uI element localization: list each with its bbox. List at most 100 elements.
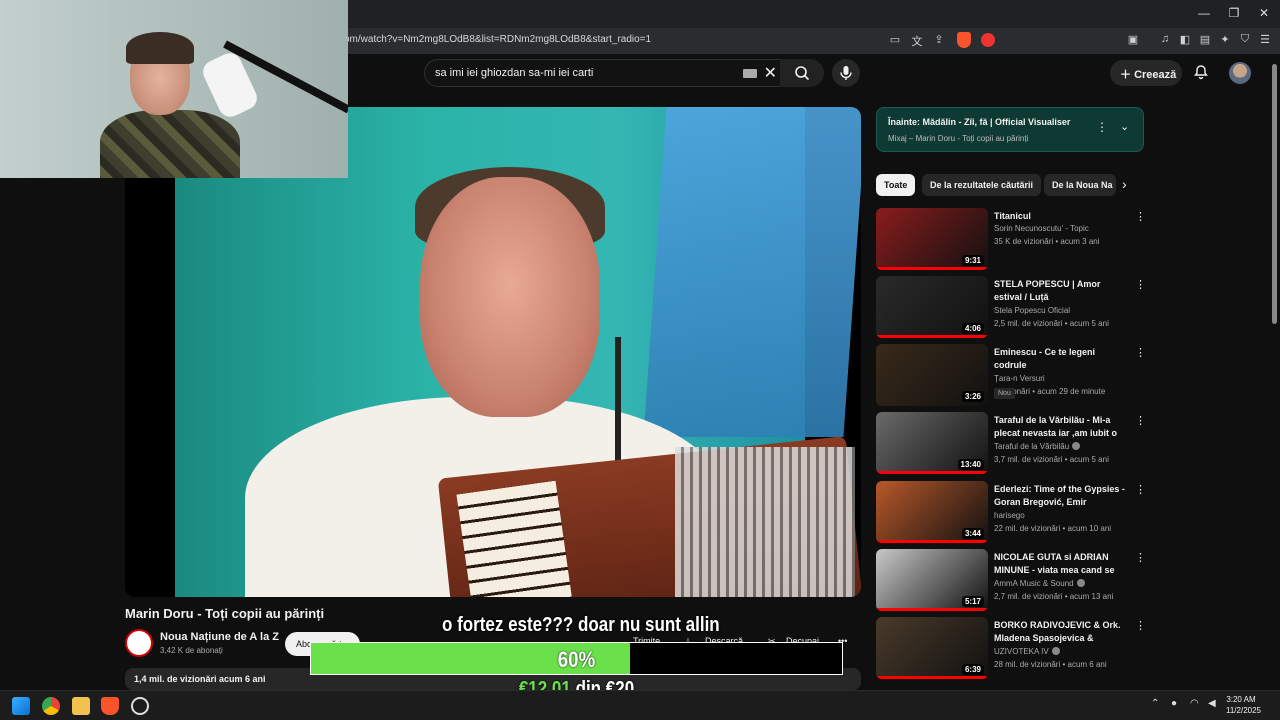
search-input[interactable]: sa imi iei ghiozdan sa-mi iei carti (435, 67, 593, 79)
chrome-icon[interactable] (42, 697, 60, 715)
watched-progress-bar (876, 608, 988, 611)
wallet-icon[interactable]: ▤ (1197, 33, 1213, 46)
brave-rewards-icon[interactable] (981, 33, 995, 47)
recommendation-channel[interactable]: harisego (994, 511, 1025, 520)
chip-from-search[interactable]: De la rezultatele căutării (922, 174, 1042, 196)
recommendation-channel-name: Taraful de la Vărbilău (994, 442, 1070, 451)
obs-icon[interactable] (131, 697, 149, 715)
new-badge: Nou (994, 388, 1015, 399)
webcam-overlay (0, 0, 348, 178)
recommendation-meta: 2,5 mil. de vizionări • acum 5 ani (994, 319, 1109, 328)
recommendation-title[interactable]: Titanicul (994, 210, 1126, 223)
recommendation-item[interactable]: 5:17 NICOLAE GUTA si ADRIAN MINUNE - viat… (876, 549, 1146, 611)
channel-avatar[interactable] (125, 629, 153, 657)
video-background-panel (643, 107, 861, 437)
recommendation-title[interactable]: Taraful de la Vărbilău - Mi-a plecat nev… (994, 414, 1126, 440)
chevron-right-icon[interactable]: › (1122, 176, 1127, 192)
leo-ai-icon[interactable]: ✦ (1217, 33, 1233, 46)
recommendation-thumbnail[interactable]: 3:44 (876, 481, 988, 543)
recommendation-item[interactable]: 3:44 Ederlezi: Time of the Gypsies - Gora… (876, 481, 1146, 543)
recommendation-channel-name: Stela Popescu Oficial (994, 306, 1071, 315)
recommendation-title[interactable]: NICOLAE GUTA si ADRIAN MINUNE - viata me… (994, 551, 1126, 577)
kebab-menu-icon[interactable]: ⋮ (1135, 346, 1146, 359)
kebab-menu-icon[interactable]: ⋮ (1096, 120, 1108, 134)
account-avatar[interactable] (1229, 62, 1251, 84)
mic-tray-icon[interactable]: ● (1171, 698, 1177, 709)
menu-icon[interactable]: ☰ (1257, 33, 1273, 46)
translate-icon[interactable]: 文 (909, 33, 925, 49)
recommendation-thumbnail[interactable]: 13:40 (876, 412, 988, 474)
clear-search-icon[interactable]: ✕ (764, 63, 777, 83)
start-menu-icon[interactable] (12, 697, 30, 715)
chip-all[interactable]: Toate (876, 174, 916, 196)
brave-shields-icon[interactable] (957, 32, 971, 48)
volume-icon[interactable]: ◀ (1208, 698, 1216, 709)
file-explorer-icon[interactable] (72, 697, 90, 715)
cast-icon[interactable]: ▭ (887, 33, 903, 46)
channel-name[interactable]: Noua Națiune de A la Z (160, 631, 279, 643)
recommendation-thumbnail[interactable]: 9:31 (876, 208, 988, 270)
video-frame (175, 107, 861, 597)
recommendation-title[interactable]: STELA POPESCU | Amor estival / Luță (994, 278, 1126, 304)
recommendation-channel-name: UZIVOTEKA IV (994, 647, 1049, 656)
kebab-menu-icon[interactable]: ⋮ (1135, 551, 1146, 564)
recommendation-meta: 28 mil. de vizionări • acum 6 ani (994, 660, 1107, 669)
sidebar-icon[interactable]: ◧ (1177, 33, 1193, 46)
watched-progress-bar (876, 540, 988, 543)
url-field[interactable]: om/watch?v=Nm2mg8LOdB8&list=RDNm2mg8LOdB… (344, 34, 651, 45)
wifi-icon[interactable]: ◠ (1190, 698, 1199, 709)
video-player[interactable] (125, 107, 861, 597)
recommendation-thumbnail[interactable]: 6:39 (876, 617, 988, 679)
brave-taskbar-icon[interactable] (101, 697, 119, 715)
microphone-icon (840, 66, 852, 80)
restore-button[interactable]: ❐ (1226, 6, 1242, 20)
verified-icon (1051, 647, 1060, 655)
voice-search-button[interactable] (832, 59, 860, 87)
create-button[interactable]: ＋ Creează (1110, 60, 1182, 86)
recommendation-channel[interactable]: AmmA Music & Sound (994, 579, 1085, 588)
scrollbar-thumb[interactable] (1272, 64, 1277, 324)
taskbar-clock[interactable]: 3:20 AM 11/2/2025 (1226, 694, 1261, 716)
recommendation-item[interactable]: 3:26 Eminescu - Ce te legeni codrule Țara-… (876, 344, 1146, 406)
video-title: Marin Doru - Toți copii au părinți (125, 606, 325, 621)
recommendation-thumbnail[interactable]: 3:26 (876, 344, 988, 406)
view-count-and-date: 1,4 mil. de vizionări acum 6 ani (134, 674, 266, 684)
screenshot-icon[interactable]: ▣ (1125, 33, 1141, 46)
watched-progress-bar (876, 471, 988, 474)
video-duration: 9:31 (961, 255, 984, 266)
notifications-bell-icon[interactable] (1193, 64, 1209, 80)
recommendation-channel[interactable]: Sorin Necunoscutu' - Topic (994, 224, 1089, 233)
recommendation-title[interactable]: Eminescu - Ce te legeni codrule (994, 346, 1126, 372)
kebab-menu-icon[interactable]: ⋮ (1135, 278, 1146, 291)
recommendation-title[interactable]: Ederlezi: Time of the Gypsies - Goran Br… (994, 483, 1126, 509)
share-page-icon[interactable]: ⇪ (931, 33, 947, 46)
recommendation-thumbnail[interactable]: 4:06 (876, 276, 988, 338)
recommendation-channel[interactable]: Stela Popescu Oficial (994, 306, 1070, 315)
up-next-card[interactable]: Înainte: Mădălin - Zîi, fă | Official Vi… (876, 107, 1144, 152)
search-box[interactable]: sa imi iei ghiozdan sa-mi iei carti ✕ (424, 59, 786, 87)
chevron-down-icon[interactable]: ⌄ (1120, 120, 1129, 133)
recommendation-channel[interactable]: Taraful de la Vărbilău (994, 442, 1081, 451)
vpn-icon[interactable]: ⛉ (1237, 33, 1253, 46)
recommendation-title[interactable]: BORKO RADIVOJEVIC & Ork. Mladena Spasoje… (994, 619, 1126, 645)
chevron-up-icon[interactable]: ⌃ (1151, 698, 1159, 709)
recommendation-item[interactable]: 13:40 Taraful de la Vărbilău - Mi-a pleca… (876, 412, 1146, 474)
kebab-menu-icon[interactable]: ⋮ (1135, 483, 1146, 496)
recommendation-meta: 3,7 mil. de vizionări • acum 5 ani (994, 455, 1109, 464)
recommendation-channel[interactable]: Țara-n Versuri (994, 374, 1045, 383)
kebab-menu-icon[interactable]: ⋮ (1135, 210, 1146, 223)
minimize-button[interactable]: — (1196, 6, 1212, 20)
close-window-button[interactable]: ✕ (1256, 6, 1272, 20)
kebab-menu-icon[interactable]: ⋮ (1135, 414, 1146, 427)
media-icon[interactable]: ♫ (1157, 33, 1173, 45)
video-duration: 4:06 (961, 323, 984, 334)
recommendation-item[interactable]: 4:06 STELA POPESCU | Amor estival / Luță S… (876, 276, 1146, 338)
search-button[interactable] (780, 59, 824, 87)
recommendation-channel[interactable]: UZIVOTEKA IV (994, 647, 1060, 656)
chip-from-channel[interactable]: De la Noua Na (1044, 174, 1116, 196)
keyboard-icon[interactable] (743, 69, 757, 78)
recommendation-item[interactable]: 9:31 Titanicul Sorin Necunoscutu' - Topic 3… (876, 208, 1146, 270)
recommendation-thumbnail[interactable]: 5:17 (876, 549, 988, 611)
kebab-menu-icon[interactable]: ⋮ (1135, 619, 1146, 632)
recommendation-item[interactable]: 6:39 BORKO RADIVOJEVIC & Ork. Mladena Spa… (876, 617, 1146, 679)
